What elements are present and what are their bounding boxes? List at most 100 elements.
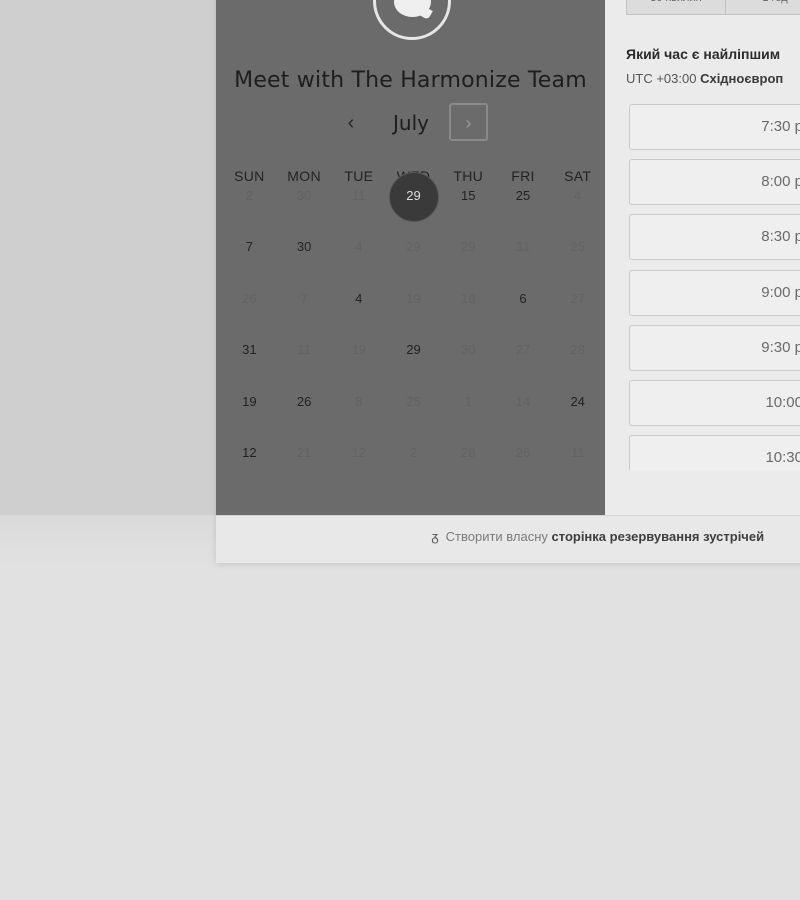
calendar-day-number: 29 xyxy=(406,239,421,255)
calendar-day-number: 11 xyxy=(570,444,585,460)
calendar-day-available[interactable]: 25 xyxy=(496,180,551,211)
time-slot-button[interactable]: 9:30 p xyxy=(629,324,800,371)
calendar-day-number: 19 xyxy=(351,342,367,358)
timezone-selector[interactable]: UTC +03:00 Східноєвроп xyxy=(626,71,783,86)
calendar-day-number: 30 xyxy=(461,342,476,358)
calendar-day-number: 4 xyxy=(574,188,582,203)
time-slot-button[interactable]: 7:30 p xyxy=(629,104,800,150)
calendar-day-unavailable: 8 xyxy=(331,386,386,417)
calendar-day-unavailable: 30 xyxy=(277,180,332,211)
calendar-day-number: 31 xyxy=(242,342,257,358)
footer: ᵹ Створити власну сторінка резервування … xyxy=(216,515,800,563)
calendar-day-unavailable: 14 xyxy=(496,386,551,417)
calendar-day-unavailable: 29 xyxy=(386,231,441,262)
calendar-day-number: 29 xyxy=(406,342,421,358)
calendar-day-unavailable: 31 xyxy=(496,231,551,262)
calendar-day-available[interactable]: 6 xyxy=(496,283,551,314)
calendar-week: 12 21 12 2 28 26 11 xyxy=(222,437,605,488)
calendar-day-unavailable: 28 xyxy=(550,334,605,365)
calendar-day-unavailable: 26 xyxy=(222,283,277,314)
calendar-day-unavailable: 11 xyxy=(277,334,332,365)
time-slot-list: 7:30 p 8:00 p 8:30 p 9:00 p 9:30 p 10:00… xyxy=(629,104,800,490)
calendar-day-number: 29 xyxy=(406,188,421,203)
time-question: Який час є найліпшим xyxy=(626,46,781,62)
calendar-day-number: 24 xyxy=(570,393,585,409)
time-slot-button[interactable]: 10:00 xyxy=(629,379,800,426)
calendar-day-available[interactable]: 24 xyxy=(550,386,605,417)
calendar-day-unavailable: 2 xyxy=(222,180,277,211)
calendar-day-unavailable: 26 xyxy=(496,437,551,468)
calendar-day-unavailable: 4 xyxy=(550,180,605,211)
calendar-day-unavailable: 27 xyxy=(496,334,551,365)
calendar-day-available[interactable]: 4 xyxy=(331,283,386,314)
calendar-day-number: 1 xyxy=(464,393,472,409)
calendar-day-number: 21 xyxy=(296,444,312,460)
calendar-day-unavailable: 18 xyxy=(441,283,496,314)
calendar-day-available[interactable]: 19 xyxy=(222,386,277,417)
calendar-day-unavailable: 21 xyxy=(277,437,332,468)
calendar-week: 31 11 19 29 30 27 28 xyxy=(222,334,605,385)
calendar-day-number: 11 xyxy=(297,342,311,358)
calendar-week: 26 7 4 19 18 6 27 xyxy=(222,283,605,334)
booking-widget: ••• Meet with The Harmonize Team ‹ July … xyxy=(216,0,800,563)
calendar-day-number: 26 xyxy=(515,444,531,460)
calendar-day-unavailable: 19 xyxy=(331,334,386,365)
calendar-day-unavailable: 27 xyxy=(550,283,605,314)
calendar-day-number: 2 xyxy=(409,444,418,460)
calendar-day-number: 6 xyxy=(519,290,527,306)
calendar-day-number: 27 xyxy=(570,290,585,306)
time-slot-button[interactable]: 9:00 p xyxy=(629,269,800,316)
calendar-day-number: 26 xyxy=(296,393,312,409)
calendar-day-number: 11 xyxy=(352,188,366,203)
calendar-day-number: 4 xyxy=(355,239,363,255)
create-booking-page-link[interactable]: ᵹ Створити власну сторінка резервування … xyxy=(428,529,764,544)
time-slot-button[interactable]: 8:00 p xyxy=(629,159,800,206)
calendar-day-unavailable: 7 xyxy=(277,283,332,314)
prev-month-chevron-icon[interactable]: ‹ xyxy=(341,111,361,135)
duration-option-30min[interactable]: 30 хвилин xyxy=(627,0,726,14)
calendar-day-available[interactable]: 29 xyxy=(386,334,441,365)
calendar-grid: 2 30 11 29 15 25 4 7 30 4 29 29 31 25 26 7 4 19 18 6 27 31 11 1… xyxy=(222,172,605,488)
calendar-week: 2 30 11 29 15 25 4 xyxy=(222,172,605,231)
next-month-button[interactable]: › xyxy=(449,103,488,141)
calendar-day-available[interactable]: 12 xyxy=(222,437,277,468)
time-panel: 30 хвилин 1 год Який час є найліпшим UTC… xyxy=(605,0,800,515)
calendar-day-number: 4 xyxy=(355,290,363,306)
calendar-day-available[interactable]: 26 xyxy=(277,386,332,417)
calendar-day-number: 25 xyxy=(515,188,531,203)
hubspot-sprocket-icon: ᵹ xyxy=(431,529,439,544)
calendar-day-number: 28 xyxy=(570,342,585,358)
calendar-day-number: 2 xyxy=(245,188,253,203)
calendar-day-number: 7 xyxy=(245,239,253,255)
calendar-day-unavailable: 2 xyxy=(386,437,441,468)
month-label: July xyxy=(393,111,429,135)
footer-prefix: Створити власну xyxy=(445,529,548,544)
calendar-day-available[interactable]: 31 xyxy=(222,334,277,365)
team-avatar: ••• xyxy=(373,0,451,40)
calendar-week: 7 30 4 29 29 31 25 xyxy=(222,231,605,282)
calendar-day-available[interactable]: 7 xyxy=(222,231,277,262)
calendar-day-number: 25 xyxy=(406,393,421,409)
slot-list-fade xyxy=(605,470,800,515)
calendar-panel: ••• Meet with The Harmonize Team ‹ July … xyxy=(216,0,605,515)
calendar-day-unavailable: 4 xyxy=(331,231,386,262)
calendar-day-unavailable: 25 xyxy=(550,231,605,262)
calendar-day-number: 30 xyxy=(296,188,312,203)
calendar-day-unavailable: 19 xyxy=(386,283,441,314)
footer-link-text: сторінка резервування зустрічей xyxy=(551,529,765,544)
calendar-day-number: 14 xyxy=(515,393,531,409)
calendar-day-unavailable: 12 xyxy=(331,437,386,468)
calendar-day-number: 8 xyxy=(355,393,363,409)
calendar-day-available[interactable]: 15 xyxy=(441,180,496,211)
calendar-day-unavailable: 11 xyxy=(550,437,605,468)
calendar-day-number: 27 xyxy=(515,342,531,358)
calendar-day-available[interactable]: 30 xyxy=(277,231,332,262)
calendar-day-number: 19 xyxy=(242,393,257,409)
calendar-day-number: 12 xyxy=(351,444,367,460)
duration-option-1h[interactable]: 1 год xyxy=(726,0,800,14)
calendar-day-number: 29 xyxy=(461,239,476,255)
timezone-offset: UTC +03:00 xyxy=(626,71,697,86)
timezone-name: Східноєвроп xyxy=(700,71,784,86)
time-slot-button[interactable]: 8:30 p xyxy=(629,214,800,261)
calendar-day-selected[interactable]: 29 xyxy=(386,172,441,222)
